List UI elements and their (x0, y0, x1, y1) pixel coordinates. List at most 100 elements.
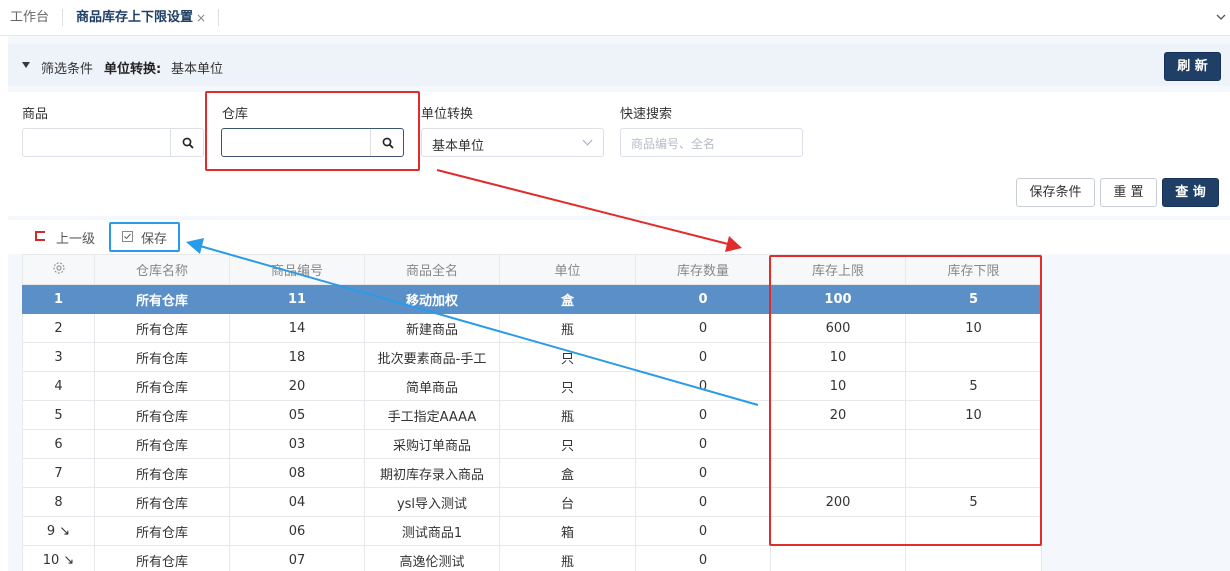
upper-limit-cell[interactable]: 10 (770, 342, 906, 372)
table-row[interactable]: 6 所有仓库 03 采购订单商品只 0 (22, 429, 1042, 459)
warehouse-input[interactable] (221, 128, 404, 157)
upper-limit-cell[interactable] (770, 545, 906, 571)
lower-limit-cell[interactable] (905, 342, 1042, 372)
unit-cell: 瓶 (499, 545, 636, 571)
name-cell: ysl导入测试 (364, 487, 500, 517)
unit-select[interactable]: 基本单位 (421, 128, 604, 157)
return-icon (35, 231, 45, 241)
tab-stock-limit-settings[interactable]: 商品库存上下限设置 (76, 0, 193, 36)
table-header: 仓库名称 商品编号 商品全名 单位 库存数量 库存上限 库存下限 (22, 254, 1042, 285)
code-cell: 05 (229, 400, 365, 430)
code-cell: 11 (229, 284, 365, 314)
lower-limit-cell[interactable] (905, 429, 1042, 459)
warehouse-search-button[interactable] (370, 129, 403, 156)
qty-cell: 0 (635, 487, 771, 517)
product-search-button[interactable] (170, 129, 203, 156)
table-row[interactable]: 1 所有仓库 11 移动加权盒 0 100 5 (22, 284, 1042, 314)
column-header-code[interactable]: 商品编号 (229, 254, 365, 285)
column-header-upper-limit[interactable]: 库存上限 (770, 254, 906, 285)
save-condition-button[interactable]: 保存条件 (1016, 178, 1095, 207)
table-row[interactable]: 4 所有仓库 20 简单商品只 0 10 5 (22, 371, 1042, 401)
lower-limit-cell[interactable] (905, 545, 1042, 571)
column-header-unit[interactable]: 单位 (499, 254, 636, 285)
product-label: 商品 (22, 107, 49, 122)
column-header-qty[interactable]: 库存数量 (635, 254, 771, 285)
table-row[interactable]: 3 所有仓库 18 批次要素商品-手工只 0 10 (22, 342, 1042, 372)
qty-cell: 0 (635, 313, 771, 343)
row-index-cell: 1 (22, 284, 95, 314)
name-cell: 采购订单商品 (364, 429, 500, 459)
code-cell: 06 (229, 516, 365, 546)
gear-icon[interactable] (52, 261, 66, 275)
reset-button[interactable]: 重 置 (1100, 178, 1157, 207)
upper-limit-cell[interactable]: 600 (770, 313, 906, 343)
code-cell: 07 (229, 545, 365, 571)
name-cell: 手工指定AAAA (364, 400, 500, 430)
lower-limit-cell[interactable] (905, 458, 1042, 488)
lower-limit-cell[interactable] (905, 516, 1042, 546)
upper-limit-cell[interactable] (770, 458, 906, 488)
refresh-button[interactable]: 刷 新 (1164, 52, 1221, 81)
upper-limit-cell[interactable] (770, 429, 906, 459)
product-input[interactable] (22, 128, 204, 157)
filter-form: 商品 仓库 单位转换 基本单位 快速搜索 商品编号、全名 保存条件 重 置 查 … (8, 92, 1230, 216)
code-cell: 18 (229, 342, 365, 372)
table-row[interactable]: 8 所有仓库 04 ysl导入测试台 0 200 5 (22, 487, 1042, 517)
column-settings-header[interactable] (22, 254, 95, 285)
table-row[interactable]: 2 所有仓库 14 新建商品瓶 0 600 10 (22, 313, 1042, 343)
quick-search-label: 快速搜索 (620, 107, 673, 122)
row-index-cell: 6 (22, 429, 95, 459)
tab-workbench[interactable]: 工作台 (10, 0, 49, 36)
column-header-name[interactable]: 商品全名 (364, 254, 500, 285)
warehouse-cell: 所有仓库 (94, 313, 230, 343)
close-icon[interactable]: × (196, 0, 206, 36)
row-index-cell: 9 ↘ (22, 516, 95, 546)
lower-limit-cell[interactable]: 5 (905, 284, 1042, 314)
warehouse-cell: 所有仓库 (94, 400, 230, 430)
data-table: 仓库名称 商品编号 商品全名 单位 库存数量 库存上限 库存下限 1 所有仓库 11… (22, 254, 1042, 571)
lower-limit-cell[interactable]: 5 (905, 371, 1042, 401)
filter-title[interactable]: 筛选条件 (41, 58, 93, 77)
upper-limit-cell[interactable]: 100 (770, 284, 906, 314)
table-row[interactable]: 9 ↘ 所有仓库 06 测试商品1 箱 0 (22, 516, 1042, 546)
upper-limit-cell[interactable]: 20 (770, 400, 906, 430)
row-index-cell: 4 (22, 371, 95, 401)
name-cell: 新建商品 (364, 313, 500, 343)
column-header-warehouse[interactable]: 仓库名称 (94, 254, 230, 285)
warehouse-cell: 所有仓库 (94, 371, 230, 401)
grid-toolbar: 上一级 保存 (8, 220, 1230, 254)
unit-cell: 只 (499, 342, 636, 372)
name-cell: 测试商品1 (364, 516, 500, 546)
unit-select-value: 基本单位 (432, 139, 485, 154)
table-row[interactable]: 5 所有仓库 05 手工指定AAAA 瓶 0 20 10 (22, 400, 1042, 430)
upper-limit-cell[interactable]: 200 (770, 487, 906, 517)
tab-menu-chevron-icon[interactable] (1216, 0, 1226, 36)
query-button[interactable]: 查 询 (1162, 178, 1219, 207)
quick-search-input[interactable]: 商品编号、全名 (620, 128, 803, 157)
name-cell: 简单商品 (364, 371, 500, 401)
upper-limit-cell[interactable] (770, 516, 906, 546)
qty-cell: 0 (635, 516, 771, 546)
warehouse-cell: 所有仓库 (94, 458, 230, 488)
warehouse-cell: 所有仓库 (94, 284, 230, 314)
lower-limit-cell[interactable]: 10 (905, 313, 1042, 343)
name-cell: 移动加权 (364, 284, 500, 314)
unit-cell: 瓶 (499, 400, 636, 430)
table-row[interactable]: 7 所有仓库 08 期初库存录入商品盒 0 (22, 458, 1042, 488)
table-row[interactable]: 10 ↘ 所有仓库 07 高逸伦测试瓶 0 (22, 545, 1042, 571)
search-icon (382, 137, 394, 149)
lower-limit-cell[interactable]: 5 (905, 487, 1042, 517)
column-header-lower-limit[interactable]: 库存下限 (905, 254, 1042, 285)
name-cell: 高逸伦测试 (364, 545, 500, 571)
stock-limit-grid: 仓库名称 商品编号 商品全名 单位 库存数量 库存上限 库存下限 1 所有仓库 11… (22, 254, 1042, 571)
qty-cell: 0 (635, 371, 771, 401)
upper-limit-cell[interactable]: 10 (770, 371, 906, 401)
lower-limit-cell[interactable]: 10 (905, 400, 1042, 430)
collapse-caret-icon[interactable] (22, 62, 30, 68)
tab-bar: 工作台 商品库存上下限设置 × (0, 0, 1230, 36)
qty-cell: 0 (635, 284, 771, 314)
qty-cell: 0 (635, 458, 771, 488)
qty-cell: 0 (635, 400, 771, 430)
row-index-cell: 7 (22, 458, 95, 488)
quick-search-placeholder: 商品编号、全名 (631, 137, 716, 151)
